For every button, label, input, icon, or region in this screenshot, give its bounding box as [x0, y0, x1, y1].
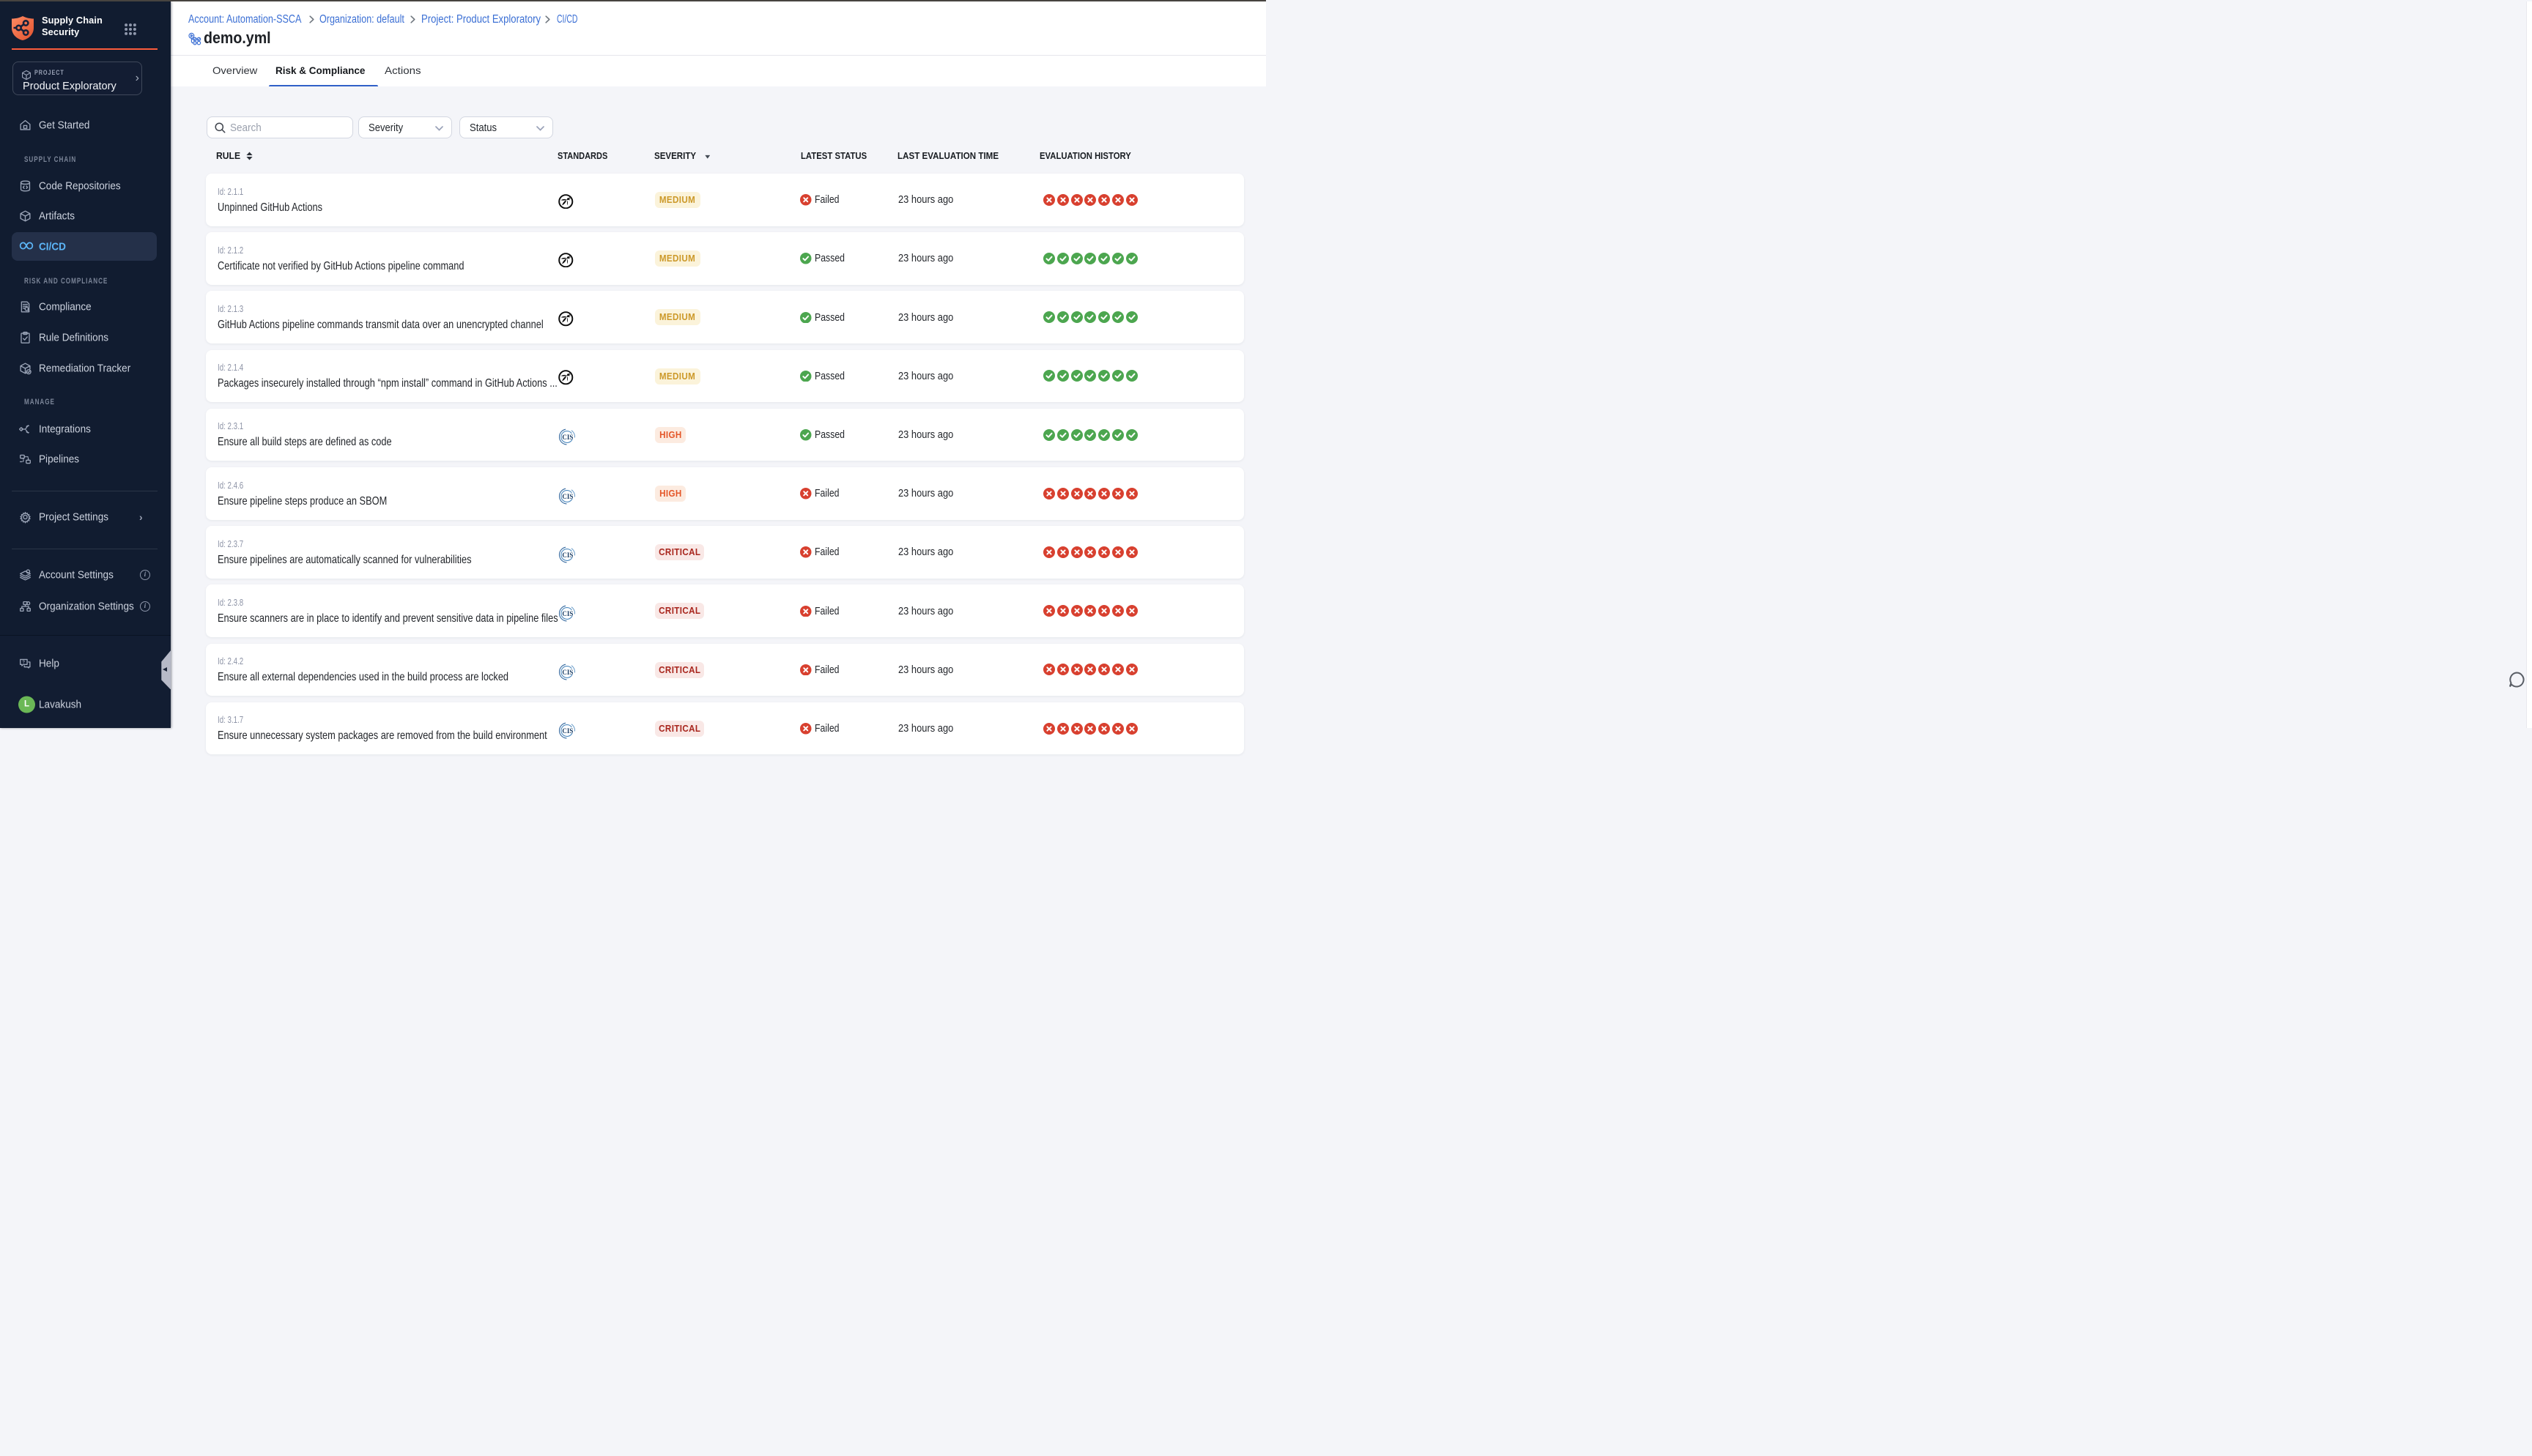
svg-text:CIS: CIS	[563, 610, 574, 617]
svg-text:?: ?	[22, 661, 25, 665]
svg-text:CIS: CIS	[563, 669, 574, 676]
svg-text:CIS: CIS	[563, 551, 574, 559]
svg-text:CIS: CIS	[563, 727, 574, 735]
svg-text:CIS: CIS	[563, 434, 574, 441]
svg-text:CIS: CIS	[563, 493, 574, 500]
